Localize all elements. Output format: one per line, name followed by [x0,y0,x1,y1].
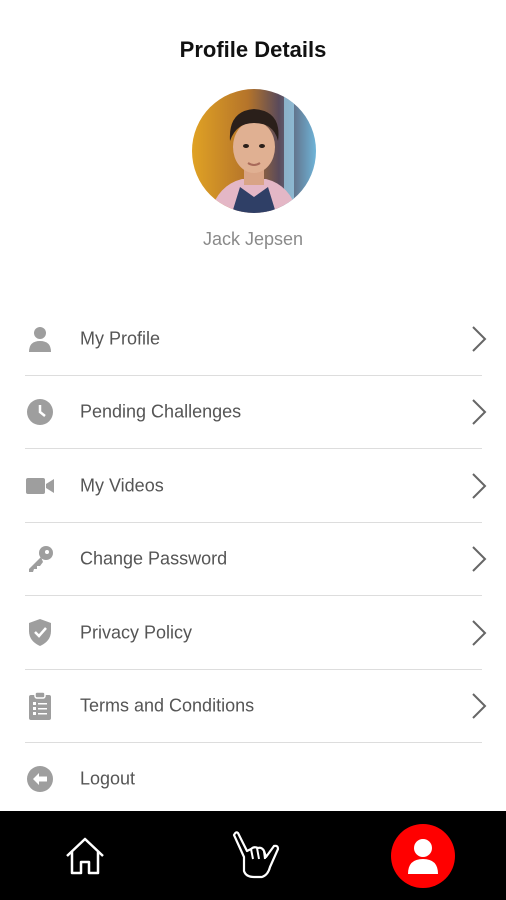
menu-item-my-profile[interactable]: My Profile [0,302,506,376]
profile-menu: My Profile Pending Challenges My Videos … [0,302,506,815]
person-icon [26,325,54,353]
chevron-right-icon [470,472,488,500]
bottom-nav [0,811,506,900]
nav-challenges-button[interactable] [226,829,282,881]
menu-item-logout[interactable]: Logout [0,743,506,815]
chevron-right-icon [470,545,488,573]
menu-item-label: Terms and Conditions [80,695,255,716]
menu-item-change-password[interactable]: Change Password [0,523,506,596]
shaka-hand-icon [232,831,280,879]
avatar[interactable] [192,89,316,213]
menu-item-label: Pending Challenges [80,401,242,422]
menu-item-label: Logout [80,768,136,789]
nav-profile-button[interactable] [391,824,455,888]
chevron-right-icon [470,398,488,426]
page-title: Profile Details [179,37,327,62]
menu-item-my-videos[interactable]: My Videos [0,449,506,523]
video-camera-icon [26,472,54,500]
menu-item-label: Privacy Policy [80,622,193,643]
nav-home-button[interactable] [60,833,110,879]
clock-icon [26,398,54,426]
home-icon [66,837,104,875]
key-icon [26,545,54,573]
clipboard-icon [26,692,54,721]
shield-icon [26,619,54,647]
menu-item-privacy-policy[interactable]: Privacy Policy [0,596,506,670]
logout-icon [26,765,54,793]
user-name: Jack Jepsen [202,229,304,249]
menu-item-label: My Profile [80,328,161,349]
chevron-right-icon [470,692,488,720]
profile-icon [408,839,438,874]
chevron-right-icon [470,325,488,353]
chevron-right-icon [470,619,488,647]
menu-item-label: Change Password [80,548,228,569]
user-photo [192,89,316,213]
menu-item-label: My Videos [80,475,164,496]
menu-item-terms-and-conditions[interactable]: Terms and Conditions [0,670,506,743]
menu-item-pending-challenges[interactable]: Pending Challenges [0,376,506,449]
